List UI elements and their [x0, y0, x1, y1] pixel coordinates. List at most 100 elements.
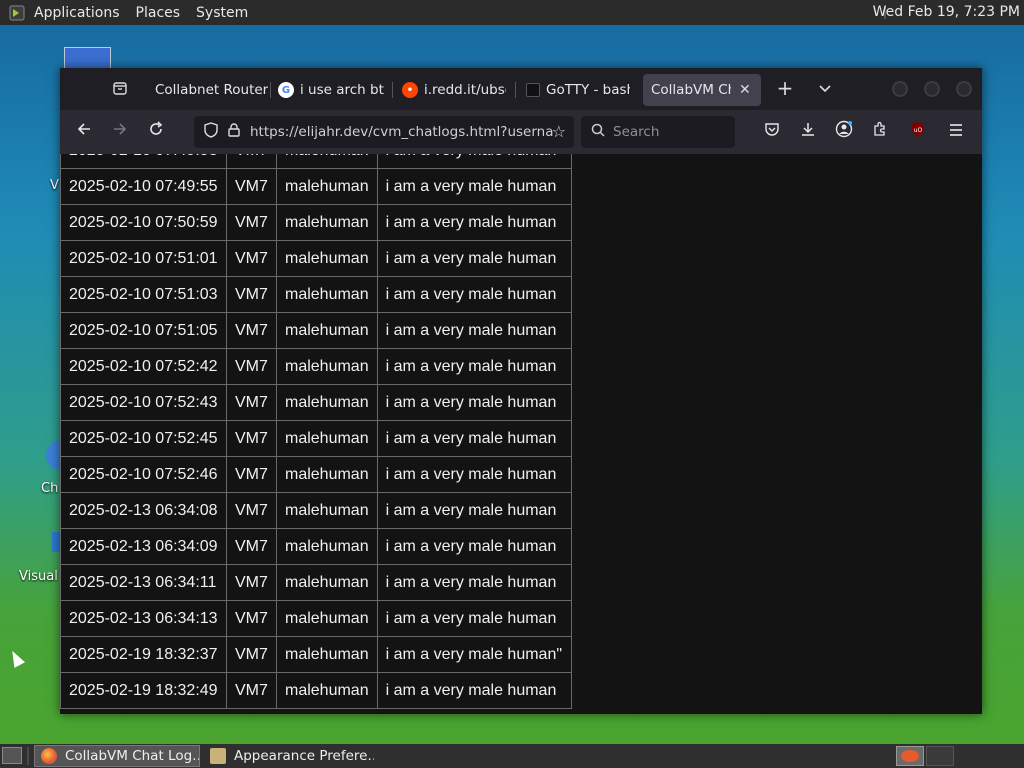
log-timestamp-cell: 2025-02-10 07:50:59	[60, 204, 227, 241]
maximize-button[interactable]	[924, 81, 940, 97]
tab-label: i.redd.it/ubsd	[424, 82, 506, 98]
places-menu[interactable]: Places	[136, 5, 181, 21]
log-username-cell: malehuman	[276, 672, 378, 709]
bookmark-star-icon[interactable]: ☆	[552, 122, 566, 141]
navigation-bar: https://elijahr.dev/cvm_chatlogs.html?us…	[60, 110, 982, 154]
vscode-icon[interactable]	[52, 532, 60, 552]
log-vm-cell: VM7	[226, 384, 277, 421]
account-icon[interactable]	[832, 120, 856, 144]
desktop-icon-label[interactable]: V	[50, 178, 59, 193]
log-username-cell: malehuman	[276, 600, 378, 637]
tab-collabvm-chat[interactable]: CollabVM Chat ✕	[643, 74, 761, 106]
log-username-cell: malehuman	[276, 528, 378, 565]
firefox-window: Collabnet Router G i use arch btw • i.re…	[60, 68, 982, 714]
terminal-icon	[526, 83, 540, 97]
table-row: 2025-02-19 18:32:49 VM7 malehuman i am a ve…	[60, 672, 572, 709]
log-username-cell: malehuman	[276, 168, 378, 205]
log-message-cell: i am a very male human	[376, 600, 572, 637]
tab-separator	[515, 82, 516, 98]
log-vm-cell: VM7	[226, 168, 277, 205]
log-timestamp-cell: 2025-02-10 07:51:01	[60, 240, 227, 277]
tab-separator	[270, 82, 271, 98]
url-text[interactable]: https://elijahr.dev/cvm_chatlogs.html?us…	[250, 124, 554, 140]
log-timestamp-cell: 2025-02-19 18:32:37	[60, 636, 227, 673]
tab-reddit-image[interactable]: • i.redd.it/ubsd	[402, 74, 506, 106]
extensions-icon[interactable]	[868, 120, 892, 144]
tab-label: i use arch btw	[300, 82, 384, 98]
log-vm-cell: VM7	[226, 492, 277, 529]
tab-bar: Collabnet Router G i use arch btw • i.re…	[60, 68, 982, 110]
log-username-cell: malehuman	[276, 636, 378, 673]
taskbar-item-firefox[interactable]: CollabVM Chat Log…	[34, 745, 200, 767]
clock[interactable]: Wed Feb 19, 7:23 PM	[873, 4, 1020, 20]
google-icon: G	[278, 82, 294, 98]
table-row: 2025-02-10 07:52:45 VM7 malehuman i am a ve…	[60, 420, 572, 457]
table-row: 2025-02-10 07:51:03 VM7 malehuman i am a ve…	[60, 276, 572, 313]
log-vm-cell: VM7	[226, 312, 277, 349]
applications-menu[interactable]: Applications	[34, 5, 120, 21]
table-row: 2025-02-10 07:51:01 VM7 malehuman i am a ve…	[60, 240, 572, 277]
show-desktop-button[interactable]	[2, 747, 22, 764]
desktop-icon-label[interactable]: Visual	[19, 569, 58, 584]
log-username-cell: malehuman	[276, 564, 378, 601]
new-tab-button[interactable]: +	[774, 78, 796, 100]
lock-icon[interactable]	[228, 123, 240, 141]
list-all-tabs-icon[interactable]	[814, 78, 836, 100]
taskbar-item-appearance[interactable]: Appearance Prefere…	[204, 745, 374, 767]
log-message-cell: i am a very male human	[376, 154, 572, 169]
system-menu[interactable]: System	[196, 5, 248, 21]
search-placeholder: Search	[613, 124, 660, 140]
tab-i-use-arch[interactable]: G i use arch btw	[278, 74, 384, 106]
log-username-cell: malehuman	[276, 492, 378, 529]
desktop-file-icon[interactable]	[64, 47, 111, 69]
log-timestamp-cell: 2025-02-13 06:34:11	[60, 564, 227, 601]
log-message-cell: i am a very male human	[376, 492, 572, 529]
search-input[interactable]: Search	[581, 116, 735, 148]
tab-gotty-bash[interactable]: GoTTY - bash	[526, 74, 630, 106]
tab-label: Collabnet Router	[155, 82, 268, 98]
log-message-cell: i am a very male human	[376, 276, 572, 313]
log-message-cell: i am a very male human	[376, 312, 572, 349]
tab-label: CollabVM Chat	[651, 82, 731, 98]
tab-collabnet-router[interactable]: Collabnet Router	[148, 74, 268, 106]
log-timestamp-cell: 2025-02-10 07:49:53	[60, 154, 227, 169]
log-timestamp-cell: 2025-02-10 07:51:03	[60, 276, 227, 313]
taskbar-item-label: Appearance Prefere…	[234, 748, 374, 764]
log-username-cell: malehuman	[276, 384, 378, 421]
url-bar[interactable]: https://elijahr.dev/cvm_chatlogs.html?us…	[194, 116, 574, 148]
log-username-cell: malehuman	[276, 276, 378, 313]
tab-label: GoTTY - bash	[546, 82, 630, 98]
back-button[interactable]	[72, 120, 96, 144]
hamburger-menu-icon[interactable]	[944, 120, 968, 144]
desktop-icon-label[interactable]: Ch	[41, 481, 58, 496]
log-message-cell: i am a very male human"	[376, 636, 572, 673]
tracking-protection-icon[interactable]	[204, 122, 218, 142]
top-panel: Applications Places System Wed Feb 19, 7…	[0, 0, 1024, 25]
mouse-cursor-icon	[6, 648, 26, 668]
workspace-2[interactable]	[926, 746, 954, 766]
workspace-1[interactable]	[896, 746, 924, 766]
log-vm-cell: VM7	[226, 240, 277, 277]
log-username-cell: malehuman	[276, 456, 378, 493]
close-tab-icon[interactable]: ✕	[739, 82, 751, 98]
downloads-icon[interactable]	[796, 120, 820, 144]
ublock-origin-icon[interactable]: uO	[906, 120, 930, 144]
table-row: 2025-02-13 06:34:08 VM7 malehuman i am a ve…	[60, 492, 572, 529]
table-row: 2025-02-10 07:52:46 VM7 malehuman i am a ve…	[60, 456, 572, 493]
gnome-foot-icon[interactable]	[6, 4, 28, 22]
pocket-icon[interactable]	[760, 120, 784, 144]
log-message-cell: i am a very male human	[376, 564, 572, 601]
close-window-button[interactable]	[956, 81, 972, 97]
minimize-button[interactable]	[892, 81, 908, 97]
table-row: 2025-02-10 07:51:05 VM7 malehuman i am a ve…	[60, 312, 572, 349]
log-message-cell: i am a very male human	[376, 348, 572, 385]
log-vm-cell: VM7	[226, 154, 277, 169]
log-timestamp-cell: 2025-02-19 18:32:49	[60, 672, 227, 709]
log-message-cell: i am a very male human	[376, 420, 572, 457]
table-row: 2025-02-19 18:32:37 VM7 malehuman i am a ve…	[60, 636, 572, 673]
firefox-view-icon[interactable]	[110, 80, 130, 100]
search-icon	[591, 123, 605, 141]
reload-button[interactable]	[144, 120, 168, 144]
log-message-cell: i am a very male human	[376, 384, 572, 421]
forward-button[interactable]	[108, 120, 132, 144]
